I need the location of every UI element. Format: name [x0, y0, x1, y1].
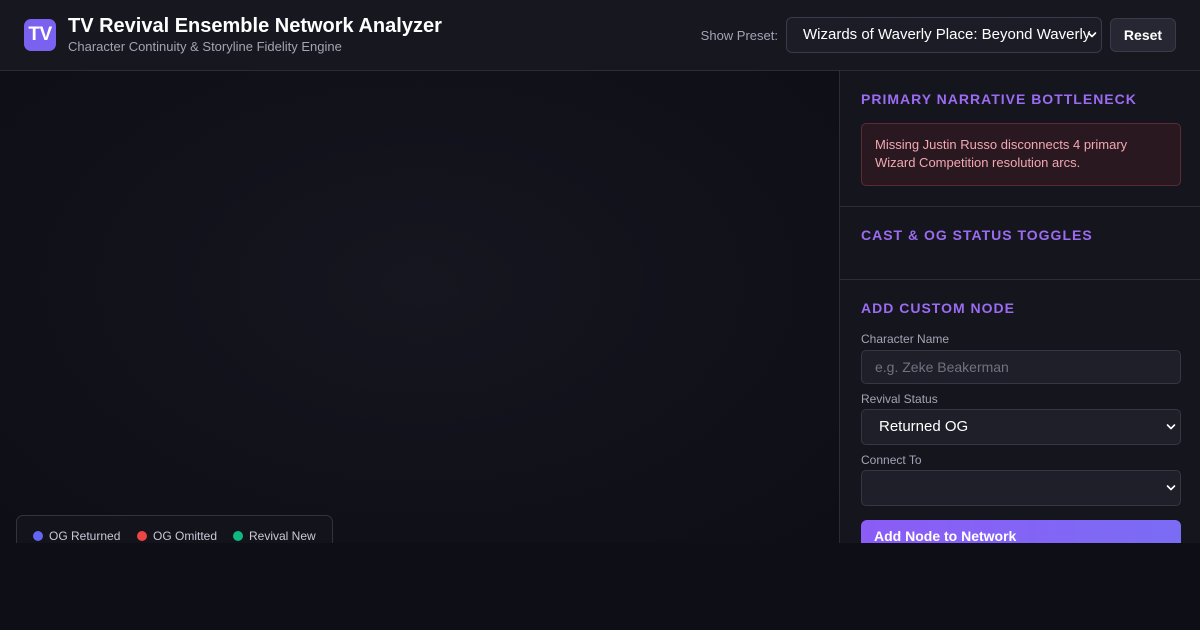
- app-header: TV TV Revival Ensemble Network Analyzer …: [0, 0, 1200, 71]
- character-name-input[interactable]: [861, 350, 1181, 384]
- app-subtitle: Character Continuity & Storyline Fidelit…: [68, 39, 342, 54]
- bottleneck-section: PRIMARY NARRATIVE BOTTLENECK Missing Jus…: [840, 71, 1200, 207]
- add-node-title: ADD CUSTOM NODE: [861, 300, 1015, 316]
- legend-label: OG Omitted: [153, 529, 218, 543]
- preset-label: Show Preset:: [700, 28, 778, 43]
- page-bottom-area: [0, 543, 1200, 630]
- preset-select-value: Wizards of Waverly Place: Beyond Waverly: [803, 26, 1091, 43]
- legend-label: OG Returned: [49, 529, 121, 543]
- network-canvas[interactable]: OG Returned OG Omitted Revival New: [0, 71, 839, 543]
- connect-to-select[interactable]: [861, 470, 1181, 506]
- character-name-label: Character Name: [861, 332, 950, 346]
- legend-dot-icon: [33, 530, 43, 541]
- network-legend: OG Returned OG Omitted Revival New: [16, 515, 333, 543]
- chevron-down-icon: [1166, 485, 1176, 491]
- chevron-down-icon: [1087, 32, 1097, 38]
- bottleneck-title: PRIMARY NARRATIVE BOTTLENECK: [861, 91, 1137, 107]
- legend-item-revival-new: Revival New: [233, 528, 316, 543]
- legend-label: Revival New: [249, 529, 316, 543]
- connect-to-label: Connect To: [861, 453, 922, 467]
- legend-dot-icon: [233, 530, 243, 541]
- bottleneck-alert: Missing Justin Russo disconnects 4 prima…: [861, 123, 1181, 186]
- revival-status-label: Revival Status: [861, 392, 938, 406]
- chevron-down-icon: [1166, 424, 1176, 430]
- toggles-title: CAST & OG STATUS TOGGLES: [861, 227, 1093, 243]
- revival-status-select[interactable]: Returned OG: [861, 409, 1181, 445]
- reset-button[interactable]: Reset: [1110, 18, 1176, 52]
- app-logo: TV: [24, 19, 56, 51]
- add-node-button[interactable]: Add Node to Network: [861, 520, 1181, 543]
- revival-status-value: Returned OG: [879, 418, 969, 435]
- toggles-section: CAST & OG STATUS TOGGLES: [840, 207, 1200, 280]
- preset-select[interactable]: Wizards of Waverly Place: Beyond Waverly: [786, 17, 1102, 53]
- legend-item-og-omitted: OG Omitted: [137, 528, 217, 543]
- add-node-section: ADD CUSTOM NODE Character Name Revival S…: [840, 280, 1200, 543]
- control-sidebar: PRIMARY NARRATIVE BOTTLENECK Missing Jus…: [839, 71, 1200, 543]
- app-title: TV Revival Ensemble Network Analyzer: [68, 15, 442, 37]
- legend-item-og-returned: OG Returned: [33, 528, 120, 543]
- legend-dot-icon: [137, 530, 147, 541]
